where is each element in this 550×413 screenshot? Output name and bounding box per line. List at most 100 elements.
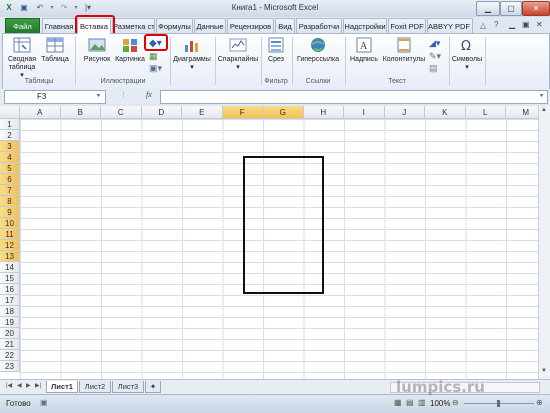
column-header-k[interactable]: K — [425, 106, 466, 119]
tab-view[interactable]: Вид — [275, 18, 295, 33]
column-header-l[interactable]: L — [465, 106, 506, 119]
selected-range[interactable] — [243, 156, 324, 294]
row-header-5[interactable]: 5 — [0, 163, 20, 174]
row-header-1[interactable]: 1 — [0, 119, 20, 130]
minimize-button[interactable]: ▁ — [476, 1, 500, 16]
tab-foxit-pdf[interactable]: Foxit PDF — [388, 18, 426, 33]
column-header-g[interactable]: G — [263, 106, 304, 119]
picture-button[interactable]: Рисунок — [81, 37, 113, 64]
name-box-dropdown-icon[interactable]: ▾ — [97, 92, 100, 99]
sheet-tab-1[interactable]: Лист1 — [46, 381, 78, 393]
row-header-15[interactable]: 15 — [0, 273, 20, 284]
row-header-4[interactable]: 4 — [0, 152, 20, 163]
doc-restore-icon[interactable]: ▣ — [522, 20, 530, 29]
tab-abbyy-pdf[interactable]: ABBYY PDF T — [427, 18, 473, 33]
row-header-23[interactable]: 23 — [0, 361, 20, 372]
tab-file[interactable]: Файл — [5, 18, 40, 33]
row-header-22[interactable]: 22 — [0, 350, 20, 361]
smartart-icon[interactable]: ▦ — [149, 51, 158, 62]
row-header-7[interactable]: 7 — [0, 185, 20, 196]
column-header-j[interactable]: J — [384, 106, 425, 119]
row-header-16[interactable]: 16 — [0, 284, 20, 295]
tab-review[interactable]: Рецензиров — [227, 18, 274, 33]
tab-formulas[interactable]: Формулы — [156, 18, 193, 33]
row-header-6[interactable]: 6 — [0, 174, 20, 185]
row-header-21[interactable]: 21 — [0, 339, 20, 350]
doc-close-icon[interactable]: ✕ — [536, 20, 543, 29]
column-header-i[interactable]: I — [344, 106, 385, 119]
row-header-3[interactable]: 3 — [0, 141, 20, 152]
tab-home[interactable]: Главная — [42, 18, 76, 33]
slicer-button[interactable]: Срез — [263, 37, 289, 64]
column-header-f[interactable]: F — [222, 106, 263, 119]
tab-insert[interactable]: Вставка — [77, 18, 111, 34]
normal-view-icon[interactable]: ▦ — [394, 398, 402, 407]
cells-area[interactable] — [20, 119, 538, 379]
column-header-h[interactable]: H — [303, 106, 344, 119]
row-header-9[interactable]: 9 — [0, 207, 20, 218]
sparklines-button[interactable]: Спарклайны ▾ — [216, 37, 260, 72]
expand-formula-icon[interactable]: ▾ — [540, 92, 543, 99]
zoom-slider-thumb[interactable] — [497, 400, 500, 407]
page-layout-view-icon[interactable]: ▤ — [406, 398, 414, 407]
minimize-ribbon-icon[interactable]: △ — [480, 21, 486, 30]
zoom-out-icon[interactable]: ⊖ — [452, 398, 459, 407]
column-header-m[interactable]: M — [506, 106, 538, 119]
page-break-view-icon[interactable]: ▥ — [418, 398, 426, 407]
zoom-in-icon[interactable]: ⊕ — [536, 398, 543, 407]
hyperlink-button[interactable]: Гиперссылка — [293, 37, 343, 64]
clipart-button[interactable]: Картинка — [114, 37, 146, 64]
prev-sheet-icon[interactable]: ◀ — [17, 382, 22, 389]
row-header-14[interactable]: 14 — [0, 262, 20, 273]
column-header-b[interactable]: B — [60, 106, 101, 119]
charts-button[interactable]: Диаграммы ▾ — [171, 37, 213, 72]
close-button[interactable]: ✕ — [522, 1, 550, 16]
insert-sheet-button[interactable]: ✦ — [145, 381, 161, 393]
row-header-11[interactable]: 11 — [0, 229, 20, 240]
next-sheet-icon[interactable]: ▶ — [26, 382, 31, 389]
row-header-10[interactable]: 10 — [0, 218, 20, 229]
column-header-d[interactable]: D — [141, 106, 182, 119]
select-all-corner[interactable] — [0, 106, 20, 119]
doc-minimize-icon[interactable]: ▁ — [509, 20, 515, 29]
screenshot-icon[interactable]: ▣▾ — [149, 63, 162, 74]
row-header-18[interactable]: 18 — [0, 306, 20, 317]
insert-function-icon[interactable]: fx — [146, 90, 152, 99]
textbox-button[interactable]: A Надпись — [347, 37, 381, 64]
pivot-table-button[interactable]: Сводная таблица ▾ — [7, 37, 37, 80]
wordart-icon[interactable]: ◢▾ — [429, 38, 440, 49]
zoom-level[interactable]: 100% — [430, 399, 450, 408]
macro-record-icon[interactable]: ▣ — [40, 398, 48, 407]
tab-developer[interactable]: Разработчи — [296, 18, 342, 33]
symbols-button[interactable]: Ω Символы ▾ — [451, 37, 483, 72]
row-header-17[interactable]: 17 — [0, 295, 20, 306]
scroll-down-icon[interactable]: ▼ — [541, 368, 547, 374]
sheet-tab-2[interactable]: Лист2 — [79, 381, 111, 393]
formula-bar-grip-icon[interactable]: ⋮ — [120, 91, 127, 99]
sheet-tab-3[interactable]: Лист3 — [112, 381, 144, 393]
column-header-c[interactable]: C — [101, 106, 142, 119]
vertical-scrollbar[interactable]: ▲ ▼ — [538, 106, 550, 379]
name-box[interactable]: F3 ▾ — [4, 90, 106, 104]
last-sheet-icon[interactable]: ▶| — [35, 382, 41, 389]
column-header-e[interactable]: E — [182, 106, 223, 119]
tab-addins[interactable]: Надстройки — [343, 18, 387, 33]
scroll-up-icon[interactable]: ▲ — [541, 107, 547, 113]
row-header-13[interactable]: 13 — [0, 251, 20, 262]
header-footer-button[interactable]: Колонтитулы — [381, 37, 427, 64]
row-header-20[interactable]: 20 — [0, 328, 20, 339]
tab-page-layout[interactable]: Разметка ст — [112, 18, 155, 33]
formula-input[interactable] — [160, 90, 548, 104]
object-icon[interactable]: ▤ — [429, 63, 438, 74]
maximize-button[interactable]: ▢ — [500, 1, 522, 16]
help-icon[interactable]: ? — [494, 20, 498, 29]
row-header-2[interactable]: 2 — [0, 130, 20, 141]
first-sheet-icon[interactable]: |◀ — [6, 382, 12, 389]
row-header-12[interactable]: 12 — [0, 240, 20, 251]
worksheet-grid[interactable]: ABCDEFGHIJKLM 1 2 3 4 5 6 7 8 9 10 11 12 13 14 15 16 17 1… — [0, 106, 538, 379]
signature-line-icon[interactable]: ✎▾ — [429, 51, 441, 62]
row-header-8[interactable]: 8 — [0, 196, 20, 207]
tab-data[interactable]: Данные — [194, 18, 226, 33]
table-button[interactable]: Таблица — [40, 37, 70, 64]
row-header-19[interactable]: 19 — [0, 317, 20, 328]
